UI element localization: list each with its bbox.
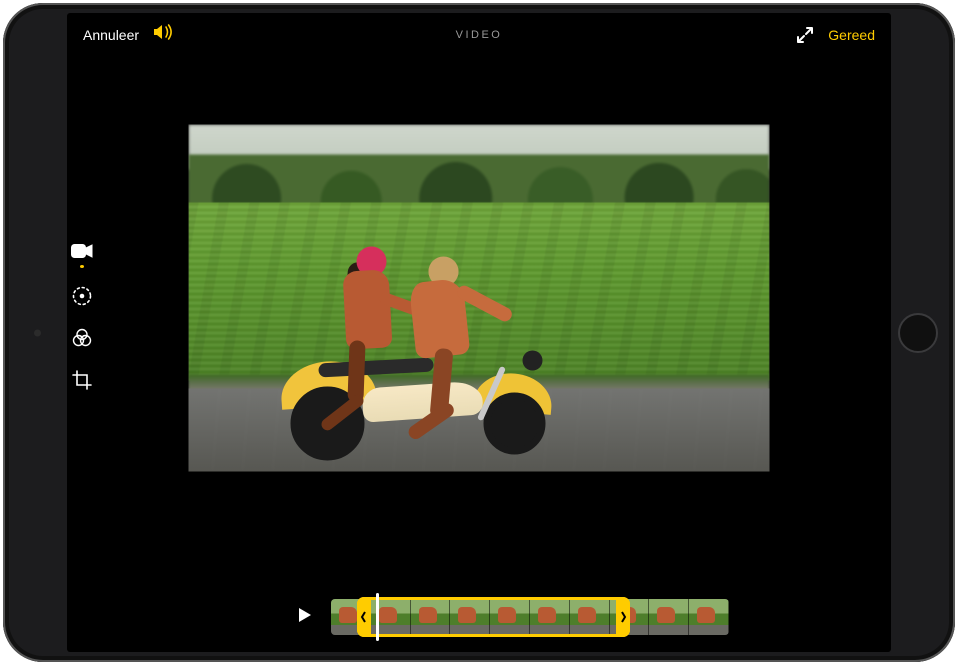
mode-title: VIDEO <box>456 29 503 41</box>
content-area <box>67 56 891 582</box>
timeline-thumb[interactable] <box>450 599 490 635</box>
cancel-button[interactable]: Annuleer <box>83 27 139 43</box>
front-camera-dot <box>34 329 41 336</box>
fullscreen-button[interactable] <box>796 26 814 44</box>
scene-motorbike <box>279 264 579 464</box>
device-frame: Annuleer VIDEO <box>3 3 955 662</box>
crop-tool-button[interactable] <box>70 370 94 394</box>
timeline-thumb[interactable] <box>570 599 610 635</box>
trim-handle-left[interactable] <box>357 597 371 637</box>
scene-treeline <box>189 154 770 209</box>
trim-handle-right[interactable] <box>616 597 630 637</box>
filters-tool-button[interactable] <box>70 328 94 352</box>
timeline-thumb[interactable] <box>689 599 729 635</box>
active-indicator-dot <box>80 265 84 268</box>
timeline-track[interactable] <box>331 599 729 635</box>
video-tool-button[interactable] <box>70 244 94 268</box>
timeline-thumb[interactable] <box>649 599 689 635</box>
filters-tool-icon <box>71 327 93 354</box>
side-toolbar <box>67 244 97 394</box>
home-button[interactable] <box>898 313 938 353</box>
video-preview[interactable] <box>189 124 770 471</box>
video-tool-icon <box>71 244 93 263</box>
timeline-bar <box>67 582 891 652</box>
crop-tool-icon <box>71 369 93 396</box>
play-button[interactable] <box>292 604 318 630</box>
speaker-icon <box>153 23 175 46</box>
adjust-tool-icon <box>71 285 93 312</box>
done-button[interactable]: Gereed <box>828 27 875 43</box>
app-screen: Annuleer VIDEO <box>67 13 891 652</box>
timeline-thumb[interactable] <box>530 599 570 635</box>
play-icon <box>298 607 312 628</box>
adjust-tool-button[interactable] <box>70 286 94 310</box>
timeline-thumb[interactable] <box>411 599 451 635</box>
playhead[interactable] <box>376 593 379 641</box>
timeline-thumb[interactable] <box>490 599 530 635</box>
top-toolbar: Annuleer VIDEO <box>67 13 891 56</box>
expand-icon <box>796 26 814 44</box>
sound-toggle-button[interactable] <box>153 23 175 46</box>
